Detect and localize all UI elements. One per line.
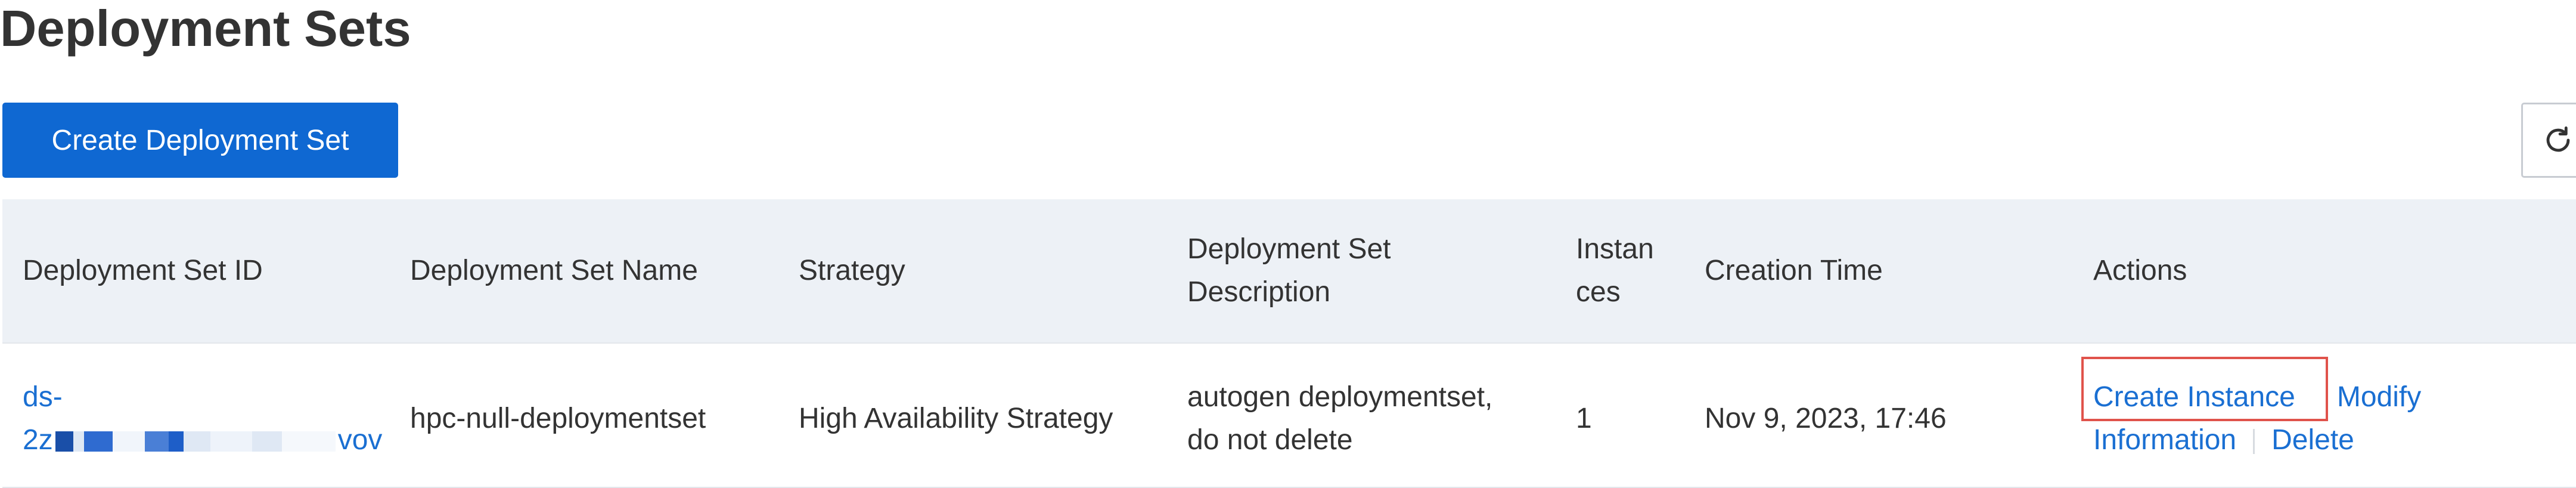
actions-line2: Information Delete <box>2093 419 2421 462</box>
refresh-icon <box>2546 126 2570 152</box>
deployment-set-id-end: vov <box>337 424 383 456</box>
column-header-instances-line1: Instan <box>1576 233 1654 265</box>
column-header-description-line1: Deployment Set <box>1187 233 1391 265</box>
create-deployment-set-button[interactable]: Create Deployment Set <box>2 103 398 178</box>
deployment-set-name: hpc-null-deploymentset <box>410 403 706 434</box>
deployment-set-id-start: 2z <box>23 424 53 456</box>
creation-time: Nov 9, 2023, 17:46 <box>1705 403 1947 434</box>
page-title: Deployment Sets <box>0 1 411 57</box>
column-header-name: Deployment Set Name <box>410 255 698 286</box>
deployment-set-id-prefix: ds- <box>23 381 63 413</box>
row-actions: Create Instance Modify Information Delete <box>2093 376 2421 462</box>
instance-count: 1 <box>1576 403 1592 434</box>
description-line2: do not delete <box>1187 424 1353 456</box>
column-header-instances-line2: ces <box>1576 276 1621 308</box>
column-header-description: Deployment Set Description <box>1187 228 1391 314</box>
deployment-sets-page: Deployment Sets Create Deployment Set De… <box>0 0 2576 488</box>
modify-information-link-part2[interactable]: Information <box>2093 424 2236 456</box>
deployment-set-description: autogen deploymentset, do not delete <box>1187 376 1492 462</box>
column-header-actions: Actions <box>2093 255 2187 286</box>
create-instance-link[interactable]: Create Instance <box>2093 381 2295 413</box>
table-header: Deployment Set ID Deployment Set Name St… <box>2 199 2576 342</box>
deployment-set-id-value: 2z vov <box>23 419 382 462</box>
description-line1: autogen deploymentset, <box>1187 381 1493 413</box>
table-row: ds- 2z vov hpc-null-deploymentset High Av… <box>2 342 2576 488</box>
deployment-set-strategy: High Availability Strategy <box>799 403 1113 434</box>
column-header-instances: Instan ces <box>1576 228 1654 314</box>
column-header-strategy: Strategy <box>799 255 905 286</box>
column-header-id: Deployment Set ID <box>23 255 263 286</box>
deployment-set-id-link[interactable]: ds- 2z vov <box>23 376 382 462</box>
column-header-creation-time: Creation Time <box>1705 255 1883 286</box>
action-divider <box>2253 429 2255 455</box>
refresh-button[interactable] <box>2521 103 2576 178</box>
modify-information-link-part1[interactable]: Modify <box>2337 381 2421 413</box>
delete-link[interactable]: Delete <box>2271 424 2354 456</box>
column-header-description-line2: Description <box>1187 276 1331 308</box>
actions-line1: Create Instance Modify <box>2093 376 2421 419</box>
redacted-id-mask <box>55 431 336 452</box>
